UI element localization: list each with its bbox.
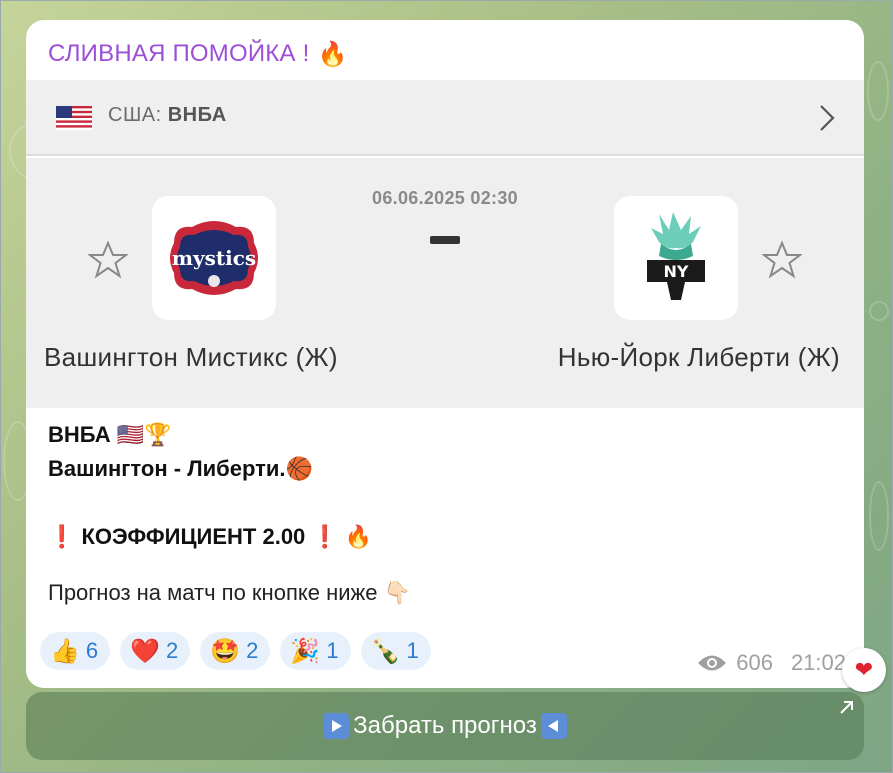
match-datetime: 06.06.2025 02:30 (372, 188, 518, 208)
message-line-cta: Прогноз на матч по кнопке ниже 👇🏻 (48, 580, 411, 605)
message-time: 21:02 (790, 650, 846, 675)
reaction-count: 1 (326, 638, 339, 663)
reaction-champagne[interactable]: 🍾 1 (360, 632, 431, 670)
league-country: США: (108, 104, 162, 126)
away-team-logo[interactable]: NY (614, 196, 738, 320)
eye-icon (698, 655, 727, 671)
star-struck-icon: 🤩 (210, 637, 241, 665)
channel-name[interactable]: СЛИВНАЯ ПОМОЙКА ! (48, 40, 309, 68)
play-left-icon (540, 713, 567, 739)
star-icon[interactable] (88, 240, 128, 280)
message-line-odds: ❗ КОЭФФИЦИЕНТ 2.00 ❗ 🔥 (48, 524, 373, 549)
background-doodle (869, 301, 889, 321)
button-label: Забрать прогноз (353, 712, 537, 739)
message-text: ВНБА 🇺🇸🏆 Вашингтон - Либерти.🏀 ❗ КОЭФФИЦ… (48, 418, 828, 610)
mystics-logo-icon: mystics (170, 221, 258, 295)
score-separator (430, 236, 460, 244)
message-bubble: СЛИВНАЯ ПОМОЙКА ! 🔥 США: ВНБА 06.06.2025… (26, 20, 864, 688)
heart-reaction-badge[interactable]: ❤ (842, 648, 886, 692)
league-bar[interactable]: США: ВНБА (26, 80, 864, 156)
home-team-logo[interactable]: mystics (152, 196, 276, 320)
external-link-icon (840, 701, 853, 714)
liberty-logo-icon: NY (647, 212, 705, 300)
champagne-icon: 🍾 (370, 637, 401, 665)
reaction-heart[interactable]: ❤️ 2 (120, 632, 191, 670)
reactions-bar: 👍 6 ❤️ 2 🤩 2 🎉 1 🍾 1 (40, 632, 431, 670)
party-popper-icon: 🎉 (290, 637, 321, 665)
heart-icon: ❤️ (130, 637, 161, 665)
us-flag-icon (56, 106, 92, 130)
match-card[interactable]: 06.06.2025 02:30 mystics NY Вашингтон Ми… (26, 158, 864, 408)
home-team-name: Вашингтон Мистикс (Ж) (44, 342, 338, 372)
league-label: США: ВНБА (108, 104, 227, 127)
reaction-party[interactable]: 🎉 1 (280, 632, 351, 670)
liberty-logo-text: NY (664, 262, 689, 281)
message-line-match: Вашингтон - Либерти.🏀 (48, 456, 313, 481)
reaction-count: 6 (85, 638, 99, 663)
reaction-thumbs-up[interactable]: 👍 6 (40, 632, 111, 670)
message-line-league: ВНБА 🇺🇸🏆 (48, 422, 172, 447)
star-icon[interactable] (762, 240, 802, 280)
away-team-name: Нью-Йорк Либерти (Ж) (557, 342, 840, 372)
channel-title[interactable]: СЛИВНАЯ ПОМОЙКА ! 🔥 (48, 38, 348, 70)
get-prediction-button[interactable]: Забрать прогноз (26, 692, 864, 760)
heart-icon: ❤ (854, 657, 874, 682)
league-name: ВНБА (167, 104, 227, 126)
reaction-count: 1 (406, 638, 419, 663)
fire-emoji: 🔥 (317, 40, 348, 68)
thumbs-up-icon: 👍 (50, 637, 80, 665)
play-right-icon (323, 713, 350, 739)
chevron-right-icon[interactable] (812, 100, 840, 136)
view-count: 606 (736, 650, 773, 675)
reaction-count: 2 (166, 638, 179, 663)
message-meta: 606 21:02 (696, 650, 846, 676)
background-doodle (867, 61, 889, 121)
mystics-logo-text: mystics (172, 246, 256, 270)
reaction-count: 2 (246, 638, 259, 663)
background-doodle (869, 481, 889, 551)
reaction-star-struck[interactable]: 🤩 2 (200, 632, 271, 670)
